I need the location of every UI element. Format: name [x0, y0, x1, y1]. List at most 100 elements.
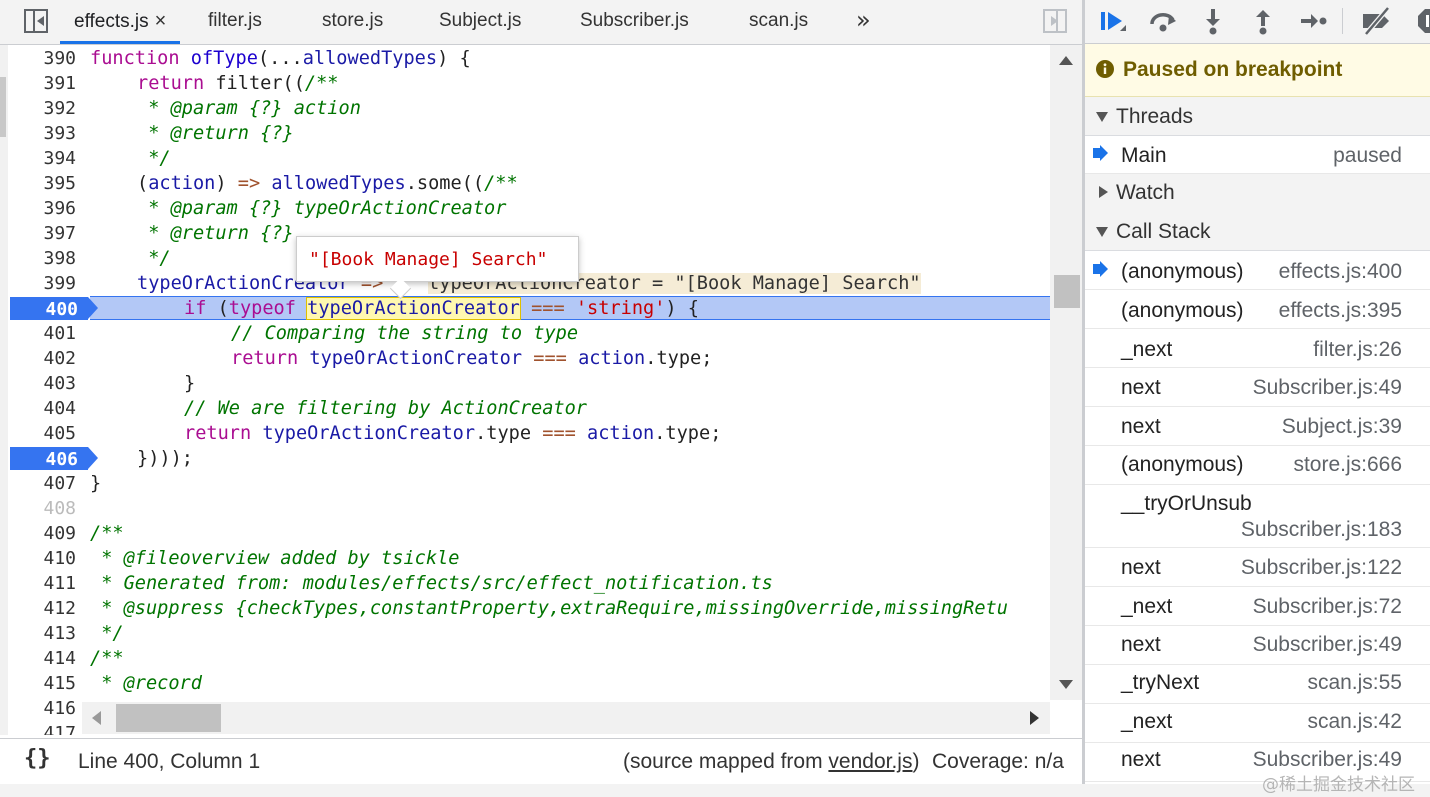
line-number[interactable]: 399	[8, 271, 76, 296]
line-number[interactable]: 392	[8, 96, 76, 121]
vertical-scrollbar[interactable]	[1050, 45, 1082, 700]
call-frame-row[interactable]: next Subscriber.js:122	[1085, 548, 1430, 587]
source-map-info: (source mapped from vendor.js)	[623, 750, 920, 773]
code-line[interactable]: 402 return typeOrActionCreator === actio…	[8, 346, 1050, 371]
call-frame-row[interactable]: (anonymous) store.js:666	[1085, 446, 1430, 485]
call-frame-row[interactable]: _next filter.js:26	[1085, 329, 1430, 368]
breakpoint-marker[interactable]: 406	[10, 447, 98, 470]
call-frame-row[interactable]: next Subscriber.js:49	[1085, 368, 1430, 407]
deactivate-breakpoints-icon[interactable]	[1360, 6, 1394, 36]
line-number[interactable]: 413	[8, 621, 76, 646]
code-text: * @param {?} typeOrActionCreator	[137, 198, 507, 219]
threads-section-header[interactable]: Threads	[1085, 97, 1430, 136]
call-frame-row[interactable]: _next scan.js:42	[1085, 704, 1430, 743]
line-number[interactable]: 409	[8, 521, 76, 546]
call-frame-row[interactable]: _next Subscriber.js:72	[1085, 587, 1430, 626]
line-number[interactable]: 408	[8, 496, 76, 521]
tab-label: Subject.js	[439, 10, 522, 31]
line-number[interactable]: 395	[8, 171, 76, 196]
code-line[interactable]: 404 // We are filtering by ActionCreator	[8, 396, 1050, 421]
tab-subscriber-js[interactable]: Subscriber.js	[580, 0, 689, 44]
call-frame-row[interactable]: __tryOrUnsub Subscriber.js:183	[1085, 485, 1430, 548]
vendor-js-link[interactable]: vendor.js	[828, 750, 912, 773]
code-line[interactable]: 412 * @suppress {checkTypes,constantProp…	[8, 596, 1050, 621]
code-line[interactable]: 395 (action) => allowedTypes.some((/**	[8, 171, 1050, 196]
line-number[interactable]: 407	[8, 471, 76, 496]
code-editor[interactable]: 390 function ofType(...allowedTypes) { 3…	[0, 45, 1050, 735]
tab-effects-js[interactable]: effects.js ×	[60, 0, 181, 44]
scroll-up-icon[interactable]	[1059, 56, 1073, 65]
vertical-scroll-thumb[interactable]	[1054, 275, 1080, 308]
tab-store-js[interactable]: store.js	[322, 0, 383, 44]
call-frame-row[interactable]: (anonymous) effects.js:400	[1085, 251, 1430, 290]
code-line[interactable]: 408	[8, 496, 1050, 521]
scroll-right-icon[interactable]	[1030, 711, 1039, 725]
call-stack-section-header[interactable]: Call Stack	[1085, 212, 1430, 251]
line-number[interactable]: 403	[8, 371, 76, 396]
toggle-navigator-icon[interactable]	[24, 9, 48, 33]
close-icon[interactable]: ×	[155, 10, 167, 32]
line-number[interactable]: 391	[8, 71, 76, 96]
line-number[interactable]: 415	[8, 671, 76, 696]
code-line[interactable]: 407 }	[8, 471, 1050, 496]
code-line[interactable]: 401 // Comparing the string to type	[8, 321, 1050, 346]
call-frame-row[interactable]: next Subject.js:39	[1085, 407, 1430, 446]
horizontal-scroll-thumb[interactable]	[116, 704, 221, 732]
line-number[interactable]: 390	[8, 46, 76, 71]
tab-subject-js[interactable]: Subject.js	[439, 0, 521, 44]
step-icon[interactable]	[1298, 6, 1328, 36]
toggle-debugger-icon[interactable]	[1043, 9, 1067, 33]
code-line[interactable]: 413 */	[8, 621, 1050, 646]
line-number[interactable]: 396	[8, 196, 76, 221]
code-line[interactable]: 414 /**	[8, 646, 1050, 671]
line-number[interactable]: 398	[8, 246, 76, 271]
call-frame-row[interactable]: (anonymous) effects.js:395	[1085, 290, 1430, 329]
code-line[interactable]: 391 return filter((/**	[8, 71, 1050, 96]
breakpoint-marker[interactable]: 400	[10, 297, 98, 320]
scroll-down-icon[interactable]	[1059, 680, 1073, 689]
call-frame-row[interactable]: _tryNext scan.js:55	[1085, 665, 1430, 704]
code-line[interactable]: 396 * @param {?} typeOrActionCreator	[8, 196, 1050, 221]
line-number[interactable]: 405	[8, 421, 76, 446]
line-number[interactable]: 402	[8, 346, 76, 371]
line-number[interactable]: 401	[8, 321, 76, 346]
tab-scan-js[interactable]: scan.js	[749, 0, 808, 44]
resume-icon[interactable]	[1097, 6, 1127, 36]
call-frame-row[interactable]: next Subscriber.js:49	[1085, 626, 1430, 665]
line-number[interactable]: 411	[8, 571, 76, 596]
code-line[interactable]: 415 * @record	[8, 671, 1050, 696]
code-line[interactable]: 411 * Generated from: modules/effects/sr…	[8, 571, 1050, 596]
pause-on-exceptions-icon[interactable]	[1416, 6, 1430, 36]
line-number[interactable]: 416	[8, 696, 76, 721]
step-out-icon[interactable]	[1248, 6, 1278, 36]
code-text: function ofType(...allowedTypes) {	[90, 48, 471, 69]
line-number[interactable]: 417	[8, 721, 76, 735]
code-line[interactable]: 394 */	[8, 146, 1050, 171]
code-line[interactable]: 390 function ofType(...allowedTypes) {	[8, 46, 1050, 71]
step-into-icon[interactable]	[1198, 6, 1228, 36]
step-over-icon[interactable]	[1148, 6, 1178, 36]
line-number[interactable]: 414	[8, 646, 76, 671]
scroll-left-icon[interactable]	[92, 711, 101, 725]
more-tabs-icon[interactable]: »	[856, 6, 871, 34]
code-line[interactable]: 409 /**	[8, 521, 1050, 546]
code-line[interactable]: 392 * @param {?} action	[8, 96, 1050, 121]
line-number[interactable]: 412	[8, 596, 76, 621]
line-number[interactable]: 397	[8, 221, 76, 246]
line-number[interactable]: 410	[8, 546, 76, 571]
code-line[interactable]: 403 }	[8, 371, 1050, 396]
hovered-identifier[interactable]: typeOrActionCreator	[306, 297, 521, 320]
code-line[interactable]: 393 * @return {?}	[8, 121, 1050, 146]
pretty-print-icon[interactable]: {}	[24, 746, 51, 771]
horizontal-scrollbar[interactable]	[82, 702, 1050, 734]
tab-filter-js[interactable]: filter.js	[208, 0, 262, 44]
thread-row-main[interactable]: Main paused	[1085, 136, 1430, 174]
line-number[interactable]: 404	[8, 396, 76, 421]
line-number[interactable]: 394	[8, 146, 76, 171]
code-line-current[interactable]: 400 if (typeof typeOrActionCreator === '…	[8, 296, 1050, 321]
watch-section-header[interactable]: Watch	[1085, 174, 1430, 213]
code-line[interactable]: 410 * @fileoverview added by tsickle	[8, 546, 1050, 571]
line-number[interactable]: 393	[8, 121, 76, 146]
code-line[interactable]: 406 })));	[8, 446, 1050, 471]
code-line[interactable]: 405 return typeOrActionCreator.type === …	[8, 421, 1050, 446]
